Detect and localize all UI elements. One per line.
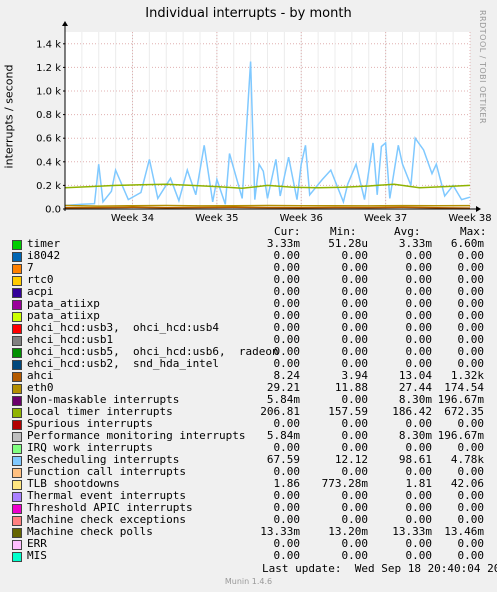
y-tick-labels: 0.0 0.2 k 0.4 k 0.6 k 0.8 k 1.0 k 1.2 k 1.4 k <box>36 39 61 215</box>
y-tick-label: 1.2 k <box>36 63 61 74</box>
legend-swatch <box>12 396 22 406</box>
legend-swatch <box>12 480 22 490</box>
legend-swatch <box>12 348 22 358</box>
y-tick-label: 0.8 k <box>36 110 61 121</box>
x-tick-label: Week 37 <box>364 213 407 224</box>
legend-swatch <box>12 516 22 526</box>
y-tick-label: 1.4 k <box>36 39 61 50</box>
legend-swatch <box>12 552 22 562</box>
legend-swatch <box>12 372 22 382</box>
legend-swatch <box>12 540 22 550</box>
legend-swatch <box>12 360 22 370</box>
legend-swatch <box>12 492 22 502</box>
legend-max: 0.00 <box>457 549 485 562</box>
x-tick-labels: Week 34 Week 35 Week 36 Week 37 Week 38 <box>111 213 492 224</box>
legend-swatch <box>12 300 22 310</box>
legend-swatch <box>12 504 22 514</box>
y-tick-label: 1.0 k <box>36 87 61 98</box>
legend-swatch <box>12 456 22 466</box>
legend-swatch <box>12 276 22 286</box>
x-tick-label: Week 38 <box>448 213 491 224</box>
legend-swatch <box>12 420 22 430</box>
legend-swatch <box>12 264 22 274</box>
y-axis-arrow <box>62 21 68 26</box>
x-tick-label: Week 35 <box>195 213 238 224</box>
chart-canvas: 0.0 0.2 k 0.4 k 0.6 k 0.8 k 1.0 k 1.2 k 1.4 k W… <box>36 21 492 224</box>
legend-swatch <box>12 468 22 478</box>
x-tick-label: Week 34 <box>111 213 154 224</box>
legend-swatch <box>12 432 22 442</box>
legend-swatch <box>12 336 22 346</box>
legend-cur: 0.00 <box>273 549 301 562</box>
legend-swatch <box>12 324 22 334</box>
munin-version: Munin 1.4.6 <box>224 577 273 586</box>
graph-frame: Individual interrupts - by month interru… <box>0 0 497 592</box>
series-line <box>64 204 471 207</box>
last-update: Last update: Wed Sep 18 20:40:04 2024 <box>262 562 497 575</box>
legend-swatch <box>12 408 22 418</box>
y-tick-label: 0.0 <box>45 205 61 216</box>
legend-swatch <box>12 384 22 394</box>
legend-swatch <box>12 288 22 298</box>
y-tick-label: 0.4 k <box>36 157 61 168</box>
legend-swatch <box>12 252 22 262</box>
legend-label: MIS <box>27 549 47 562</box>
legend-swatch <box>12 312 22 322</box>
legend-swatch <box>12 444 22 454</box>
legend-label: ehci_hcd:usb2, snd_hda_intel <box>27 357 220 370</box>
series-line <box>64 206 471 209</box>
y-tick-label: 0.6 k <box>36 134 61 145</box>
legend-swatch <box>12 240 22 250</box>
x-axis-arrow <box>476 206 481 212</box>
legend-min: 0.00 <box>341 549 369 562</box>
x-tick-label: Week 36 <box>280 213 323 224</box>
legend-row: MIS 0.00 0.00 0.00 0.00 <box>12 550 492 562</box>
legend-avg: 0.00 <box>405 549 433 562</box>
legend-swatch <box>12 528 22 538</box>
y-tick-label: 0.2 k <box>36 181 61 192</box>
